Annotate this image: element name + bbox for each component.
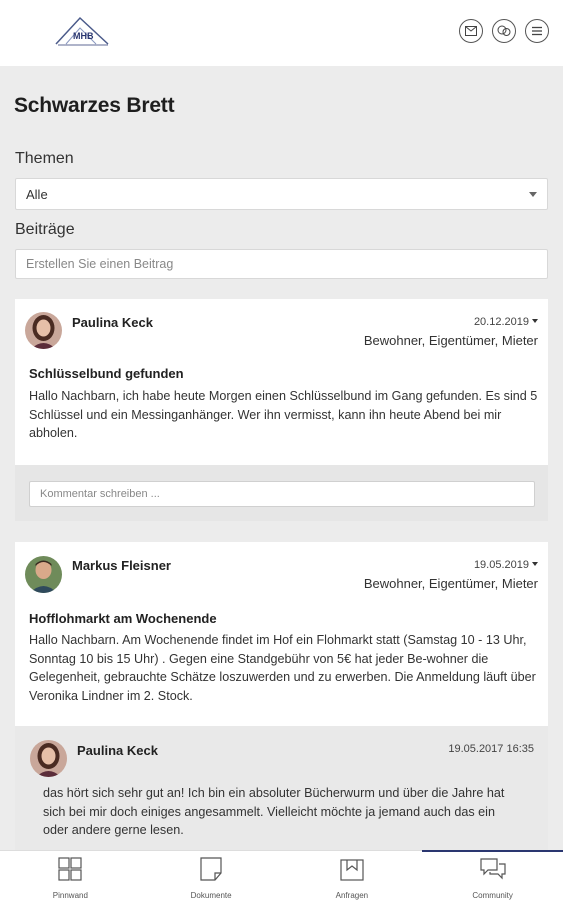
nav-item-dokumente[interactable]: Dokumente bbox=[141, 851, 282, 900]
bottom-navigation: Pinnwand Dokumente Anfragen Community bbox=[0, 850, 563, 900]
reply-author[interactable]: Paulina Keck bbox=[77, 743, 158, 758]
logo[interactable]: MHB bbox=[52, 14, 112, 50]
svg-text:MHB: MHB bbox=[73, 31, 94, 41]
post-date[interactable]: 20.12.2019 bbox=[474, 316, 538, 328]
mail-icon[interactable] bbox=[459, 19, 483, 43]
post-card: Markus Fleisner 19.05.2019 Bewohner, Eig… bbox=[15, 542, 548, 726]
menu-icon[interactable] bbox=[525, 19, 549, 43]
post-author[interactable]: Markus Fleisner bbox=[72, 558, 171, 573]
post-card: Paulina Keck 20.12.2019 Bewohner, Eigent… bbox=[15, 299, 548, 465]
nav-label: Anfragen bbox=[335, 891, 369, 900]
app-header: MHB bbox=[0, 0, 563, 66]
reply-date: 19.05.2017 16:35 bbox=[448, 743, 534, 755]
nav-item-community[interactable]: Community bbox=[422, 850, 563, 900]
grid-icon bbox=[58, 857, 82, 886]
nav-label: Dokumente bbox=[190, 891, 232, 900]
avatar bbox=[30, 740, 67, 777]
page-title: Schwarzes Brett bbox=[14, 94, 175, 117]
post-title: Hofflohmarkt am Wochenende bbox=[29, 611, 217, 626]
post-author[interactable]: Paulina Keck bbox=[72, 315, 153, 330]
themes-label: Themen bbox=[15, 150, 74, 167]
avatar bbox=[25, 312, 62, 349]
post-audience: Bewohner, Eigentümer, Mieter bbox=[363, 333, 538, 348]
caret-down-icon bbox=[532, 562, 538, 566]
caret-down-icon bbox=[532, 319, 538, 323]
themes-select-value: Alle bbox=[26, 187, 48, 202]
posts-label: Beiträge bbox=[15, 221, 75, 238]
document-icon bbox=[199, 857, 223, 886]
reply-card: Paulina Keck 19.05.2017 16:35 das hört s… bbox=[15, 726, 548, 850]
post-body: Hallo Nachbarn. Am Wochenende findet im … bbox=[29, 633, 536, 703]
post-title: Schlüsselbund gefunden bbox=[29, 366, 184, 381]
post-date-text: 19.05.2019 bbox=[473, 559, 529, 571]
chat-icon[interactable] bbox=[492, 19, 516, 43]
post-date-text: 20.12.2019 bbox=[473, 316, 529, 328]
inbox-icon bbox=[340, 857, 364, 886]
comment-section: Kommentar schreiben ... bbox=[15, 465, 548, 521]
nav-label: Pinnwand bbox=[52, 891, 88, 900]
community-chat-icon bbox=[480, 857, 506, 886]
post-audience: Bewohner, Eigentümer, Mieter bbox=[363, 576, 538, 591]
themes-select[interactable]: Alle bbox=[15, 178, 548, 210]
chevron-down-icon bbox=[529, 192, 537, 197]
comment-input[interactable]: Kommentar schreiben ... bbox=[29, 481, 535, 507]
nav-item-anfragen[interactable]: Anfragen bbox=[282, 851, 423, 900]
main-content: Schwarzes Brett Themen Alle Beiträge Ers… bbox=[0, 66, 563, 850]
post-date[interactable]: 19.05.2019 bbox=[474, 559, 538, 571]
nav-item-pinnwand[interactable]: Pinnwand bbox=[0, 851, 141, 900]
create-post-input[interactable]: Erstellen Sie einen Beitrag bbox=[15, 249, 548, 279]
post-body: Hallo Nachbarn, ich habe heute Morgen ei… bbox=[29, 389, 538, 440]
avatar bbox=[25, 556, 62, 593]
reply-body: das hört sich sehr gut an! Ich bin ein a… bbox=[43, 786, 505, 837]
nav-label: Community bbox=[472, 891, 513, 900]
